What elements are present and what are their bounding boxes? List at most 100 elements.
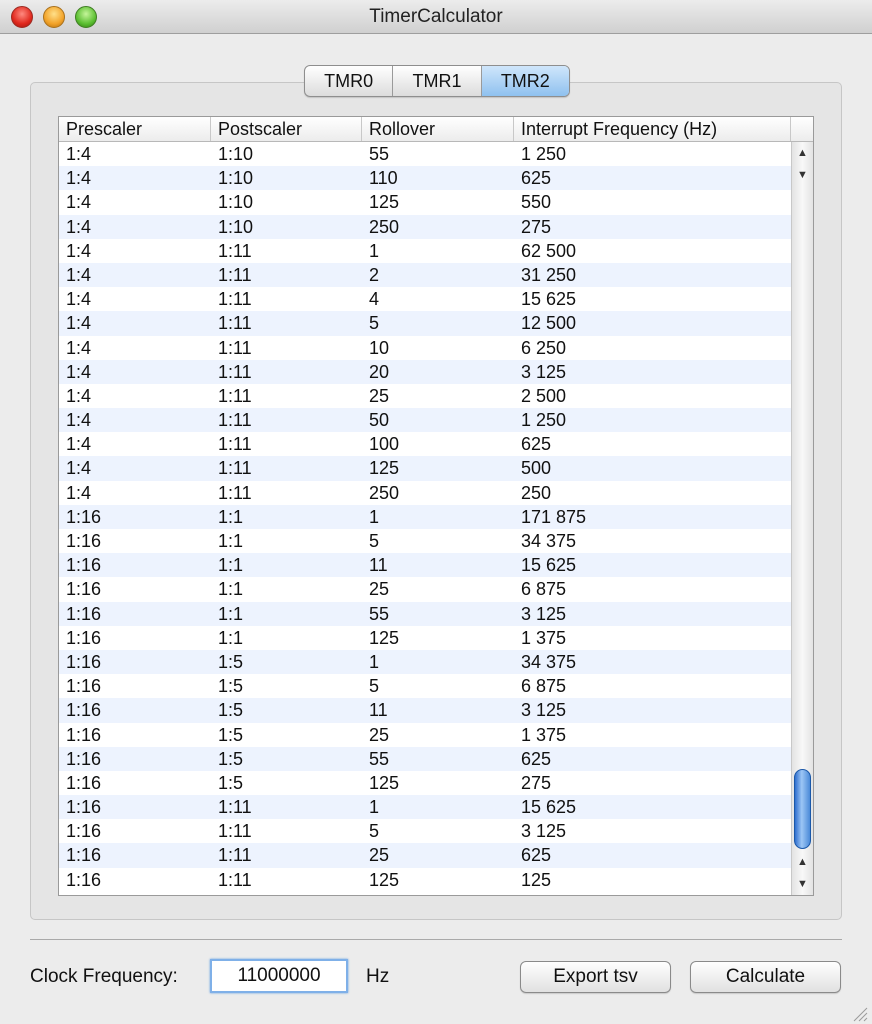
scroll-up-icon[interactable]: ▲ [792,851,813,873]
table-row[interactable]: 1:4 1:10 250 275 [59,214,791,239]
cell-prescaler: 1:4 [66,385,92,406]
cell-interrupt-frequency: 62 500 [521,240,577,261]
table-row[interactable]: 1:161:11115 625 [59,795,791,820]
cell-rollover: 11 [369,555,388,576]
cell-prescaler: 1:4 [66,289,92,310]
cell-postscaler: 1:11 [218,240,252,261]
cell-interrupt-frequency: 6 875 [521,579,567,600]
table-row[interactable]: 1:4 1:11 100 625 [59,432,791,456]
cell-rollover: 125 [369,192,400,213]
tab-tmr0[interactable]: TMR0 [305,66,394,96]
table-row[interactable]: 1:16 1:11 5 3 125 [59,819,791,843]
timer-tabs: TMR0 TMR1 TMR2 [304,65,570,97]
cell-postscaler: 1:11 [218,869,252,890]
cell-rollover: 125 [369,627,400,648]
cell-postscaler: 1:11 [218,410,252,431]
table-row[interactable]: 1:4 1:11 1 62 500 [59,239,791,263]
cell-interrupt-frequency: 6 875 [521,676,567,697]
cell-rollover: 125 [369,458,400,479]
cell-rollover: 25 [369,579,390,600]
table-row[interactable]: 1:16 1:5 125 275 [59,771,791,795]
table-row[interactable]: 1:16 1:5 5 6 875 [59,674,791,698]
scroll-up-top-icon[interactable]: ▲ [792,142,813,164]
cell-rollover: 100 [369,434,400,455]
table-row[interactable]: 1:4 1:11 20 3 125 [59,359,791,384]
cell-interrupt-frequency: 625 [521,168,552,189]
table-row[interactable]: 1:16 1:5 55 625 [59,746,791,771]
cell-postscaler: 1:5 [218,676,244,697]
cell-postscaler: 1:11 [218,385,252,406]
cell-prescaler: 1:4 [66,144,92,164]
table-row[interactable]: 1:161:11115 625 [59,553,791,578]
cell-rollover: 4 [369,289,380,310]
table-row[interactable]: 1:16 1:1 25 6 875 [59,577,791,601]
column-header-rollover[interactable]: Rollover [362,117,514,141]
clock-frequency-label: Clock Frequency: [30,966,178,987]
table-row[interactable]: 1:4 1:10 125 550 [59,190,791,214]
clock-frequency-input[interactable] [210,959,348,993]
cell-rollover: 55 [369,748,390,769]
table-row[interactable]: 1:4 1:11 50 1 250 [59,408,791,433]
cell-postscaler: 1:5 [218,651,244,672]
table-row[interactable]: 1:16 1:1 5 34 375 [59,529,791,553]
table-row[interactable]: 1:16 1:1 55 3 125 [59,601,791,626]
vertical-scrollbar[interactable]: ▲ ▼ ▲ ▼ [791,142,813,895]
column-header-interrupt-frequency[interactable]: Interrupt Frequency (Hz) [514,117,791,141]
calculate-button[interactable]: Calculate [690,961,841,993]
cell-postscaler: 1:10 [218,192,254,213]
cell-interrupt-frequency: 171 875 [521,506,587,527]
cell-postscaler: 1:1 [218,627,244,648]
resize-grip-icon[interactable] [850,1004,868,1022]
scroll-down-icon[interactable]: ▼ [792,873,813,895]
cell-interrupt-frequency: 550 [521,192,552,213]
table-row[interactable]: 1:4 1:11 5 12 500 [59,311,791,336]
table-row[interactable]: 1:16 1:1 1 171 875 [59,504,791,529]
scroll-down-top-icon[interactable]: ▼ [792,164,813,186]
cell-prescaler: 1:4 [66,458,92,479]
cell-prescaler: 1:16 [66,531,102,551]
cell-prescaler: 1:16 [66,700,102,721]
column-header-prescaler[interactable]: Prescaler [59,117,211,141]
cell-interrupt-frequency: 3 125 [521,700,567,721]
cell-rollover: 5 [369,531,380,551]
table-row[interactable]: 1:16 1:11 125 125 [59,868,791,892]
table-row[interactable]: 1:4 1:11 4 15 625 [59,287,791,311]
cell-prescaler: 1:4 [66,482,92,503]
cell-prescaler: 1:16 [66,579,102,600]
cell-interrupt-frequency: 31 250 [521,264,577,285]
table-row[interactable]: 1:4 1:11 125 500 [59,456,791,481]
cell-postscaler: 1:11 [218,482,252,503]
table-row[interactable]: 1:4 1:10 110 625 [59,166,791,191]
tab-tmr2[interactable]: TMR2 [481,66,569,96]
table-row[interactable]: 1:16 1:1 125 1 375 [59,626,791,650]
table-row[interactable]: 1:16 1:5 25 1 375 [59,723,791,747]
table-row[interactable]: 1:4 1:10 55 1 250 [59,142,791,166]
cell-rollover: 1 [369,506,380,527]
cell-prescaler: 1:16 [66,506,102,527]
cell-rollover: 55 [369,144,390,164]
table-row[interactable]: 1:16 1:11 25 625 [59,843,791,868]
cell-interrupt-frequency: 2 500 [521,385,567,406]
table-header: Prescaler Postscaler Rollover Interrupt … [59,117,813,142]
cell-prescaler: 1:16 [66,748,102,769]
export-tsv-button[interactable]: Export tsv [520,961,671,993]
table-row[interactable]: 1:4 1:11 250 250 [59,481,791,505]
cell-postscaler: 1:11 [218,797,252,818]
column-header-postscaler[interactable]: Postscaler [211,117,362,141]
cell-prescaler: 1:4 [66,240,92,261]
cell-interrupt-frequency: 15 625 [521,555,577,576]
table-row[interactable]: 1:16 1:5 11 3 125 [59,698,791,723]
table-row[interactable]: 1:4 1:11 10 6 250 [59,336,791,360]
table-row[interactable]: 1:4 1:11 25 2 500 [59,384,791,408]
cell-prescaler: 1:4 [66,264,92,285]
table-row[interactable]: 1:4 1:11 2 31 250 [59,262,791,288]
cell-interrupt-frequency: 15 625 [521,289,577,310]
scrollbar-thumb[interactable] [794,769,811,849]
cell-postscaler: 1:5 [218,748,244,769]
cell-prescaler: 1:16 [66,772,102,793]
table-row[interactable]: 1:16 1:5 1 34 375 [59,649,791,675]
cell-interrupt-frequency: 625 [521,434,552,455]
cell-interrupt-frequency: 125 [521,869,552,890]
tab-tmr1[interactable]: TMR1 [393,66,482,96]
cell-rollover: 125 [369,869,400,890]
